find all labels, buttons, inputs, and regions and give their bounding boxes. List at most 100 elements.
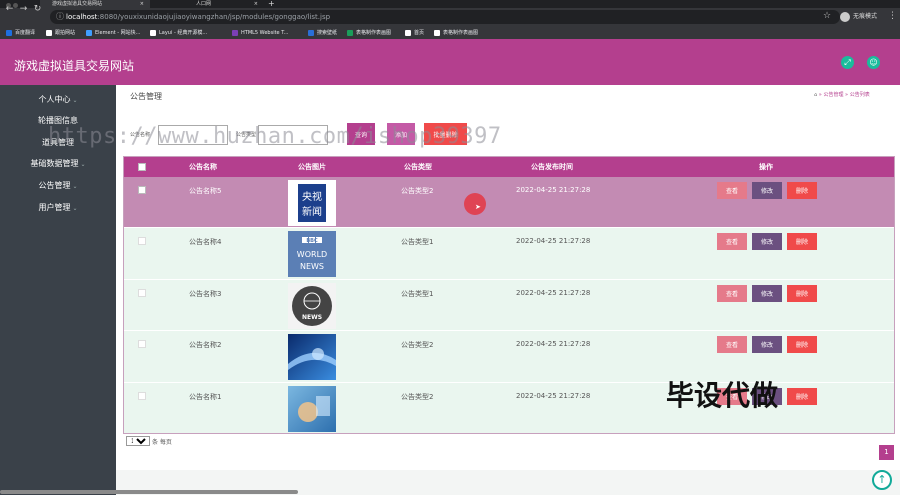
select-all-checkbox[interactable] <box>138 163 146 171</box>
column-header-type: 公告类型 <box>404 163 432 171</box>
breadcrumb-sep: » <box>818 92 822 98</box>
user-icon[interactable]: ☺ <box>867 56 880 69</box>
bookmark-star-icon[interactable]: ☆ <box>823 11 831 21</box>
sidebar-item-label: 基础数据管理 <box>30 159 79 168</box>
profile-button[interactable]: 无痕模式 <box>840 11 877 23</box>
view-button[interactable]: 查看 <box>717 233 747 251</box>
page-number-button[interactable]: 1 <box>879 445 894 460</box>
announcement-image: 央视 新闻 <box>288 180 336 226</box>
batch-delete-button[interactable]: 批量删除 <box>424 123 467 145</box>
bookmark-item[interactable]: 搜索壁纸 <box>308 28 337 38</box>
thumb-text: NEWS <box>302 314 322 321</box>
back-arrow-icon[interactable]: ← <box>4 4 15 15</box>
row-checkbox[interactable] <box>138 391 146 400</box>
tab-label: 游戏虚拟道具交易网站 <box>52 1 103 7</box>
close-icon[interactable]: × <box>254 0 258 8</box>
announcement-name: 公告名称4 <box>189 238 222 247</box>
url-path: :8080/youxixunidaojujiaoyiwangzhan/jsp/m… <box>97 13 331 21</box>
edit-button[interactable]: 修改 <box>752 182 782 199</box>
view-button[interactable]: 查看 <box>717 284 747 302</box>
add-button[interactable]: 添加 <box>387 123 415 145</box>
bookmark-label: 表格制作表画图 <box>443 30 479 36</box>
url-host: localhost <box>66 13 98 21</box>
sidebar-item-props[interactable]: 道具管理 <box>0 137 116 149</box>
edit-button[interactable]: 修改 <box>752 336 782 354</box>
row-checkbox[interactable] <box>138 237 146 246</box>
bookmark-item[interactable]: 百度翻译 <box>6 28 35 38</box>
sidebar-item-label: 公告管理 <box>38 181 71 190</box>
reload-icon[interactable]: ↻ <box>32 4 43 15</box>
page-size-label: 条 每页 <box>152 439 172 446</box>
announcement-type: 公告类型2 <box>401 341 434 350</box>
sidebar-item-label: 轮播图信息 <box>38 116 78 125</box>
sidebar-item-basic-data[interactable]: 基础数据管理 ⌄ <box>0 158 116 171</box>
menu-dots-icon[interactable]: ⋮ <box>888 11 897 21</box>
bookmark-item[interactable]: 表格制作表画图 <box>347 28 391 38</box>
bookmark-label: Element - 网站快... <box>95 30 141 36</box>
name-search-input[interactable] <box>158 125 228 145</box>
bookmark-item[interactable]: HTML5 Website T... <box>232 28 288 38</box>
page-title: 公告管理 <box>130 92 162 101</box>
delete-button[interactable]: 删除 <box>787 182 817 199</box>
new-tab-button[interactable]: + <box>268 0 275 8</box>
bookmark-item[interactable]: 表格制作表画图 <box>434 28 478 38</box>
bookmark-label: 表格制作表画图 <box>356 30 392 36</box>
search-button[interactable]: 查询 <box>347 123 375 145</box>
horizontal-scrollbar[interactable] <box>0 490 298 494</box>
delete-button[interactable]: 删除 <box>787 336 817 354</box>
breadcrumb-item: 公告列表 <box>849 92 870 98</box>
view-button[interactable]: 查看 <box>717 336 747 354</box>
thumb-text: 新闻 <box>302 205 322 218</box>
announcement-time: 2022-04-25 21:27:28 <box>516 186 591 194</box>
sidebar-item-announcements[interactable]: 公告管理 ⌄ <box>0 180 116 193</box>
announcement-image <box>288 334 336 381</box>
type-search-input[interactable] <box>258 125 328 145</box>
breadcrumb: ⌂ » 公告管理 » 公告列表 <box>814 91 870 98</box>
close-icon[interactable]: × <box>140 0 144 8</box>
column-header-time: 公告发布时间 <box>531 163 573 171</box>
row-checkbox[interactable] <box>138 186 146 194</box>
sidebar-item-label: 道具管理 <box>42 138 74 147</box>
announcement-time: 2022-04-25 21:27:28 <box>516 288 591 297</box>
delete-button[interactable]: 删除 <box>787 284 817 302</box>
thumb-text: BBC <box>306 238 318 244</box>
bookmark-item[interactable]: 首页 <box>405 28 424 38</box>
bookmark-item[interactable]: 跟拍网站 <box>46 28 75 38</box>
row-checkbox[interactable] <box>138 288 146 297</box>
bookmark-favicon-icon <box>150 29 156 36</box>
home-icon[interactable]: ⌂ <box>814 92 817 98</box>
chevron-down-icon: ⌄ <box>72 205 78 212</box>
bookmark-item[interactable]: Layui - 经典开源模... <box>150 28 207 38</box>
browser-tab[interactable]: 人口网 × <box>184 0 264 8</box>
column-header-image: 公告图片 <box>298 163 326 171</box>
bookmark-label: 首页 <box>414 30 425 36</box>
bookmark-favicon-icon <box>46 29 52 36</box>
url-text[interactable]: localhost:8080/youxixunidaojujiaoyiwangz… <box>66 12 330 22</box>
page-size-select[interactable]: 10 <box>126 436 150 446</box>
chevron-down-icon: ⌄ <box>80 161 86 168</box>
info-icon[interactable]: ⓘ <box>56 11 64 22</box>
breadcrumb-item[interactable]: 公告管理 <box>823 92 843 98</box>
view-button[interactable]: 查看 <box>717 182 747 199</box>
back-to-top-icon[interactable]: ↑ <box>872 470 892 490</box>
announcement-image: NEWS <box>288 282 336 329</box>
thumb-text: NEWS <box>300 262 324 271</box>
bookmark-favicon-icon <box>308 29 314 36</box>
delete-button[interactable]: 删除 <box>787 233 817 251</box>
edit-button[interactable]: 修改 <box>752 284 782 302</box>
announcement-type: 公告类型2 <box>401 187 434 195</box>
announcement-name: 公告名称3 <box>189 289 222 298</box>
bookmark-favicon-icon <box>86 29 92 36</box>
expand-icon[interactable]: ⤢ <box>841 56 854 69</box>
row-checkbox[interactable] <box>138 340 146 349</box>
bookmark-label: HTML5 Website T... <box>241 30 289 36</box>
app-header <box>0 39 900 85</box>
forward-arrow-icon[interactable]: → <box>18 4 29 15</box>
delete-button[interactable]: 删除 <box>787 387 817 405</box>
sidebar-item-users[interactable]: 用户管理 ⌄ <box>0 202 116 215</box>
browser-tab-active[interactable]: 游戏虚拟道具交易网站 × <box>40 0 150 8</box>
sidebar-item-personal-center[interactable]: 个人中心 ⌄ <box>0 94 116 107</box>
sidebar-item-carousel[interactable]: 轮播图信息 <box>0 115 116 127</box>
edit-button[interactable]: 修改 <box>752 233 782 251</box>
bookmark-item[interactable]: Element - 网站快... <box>86 28 140 38</box>
